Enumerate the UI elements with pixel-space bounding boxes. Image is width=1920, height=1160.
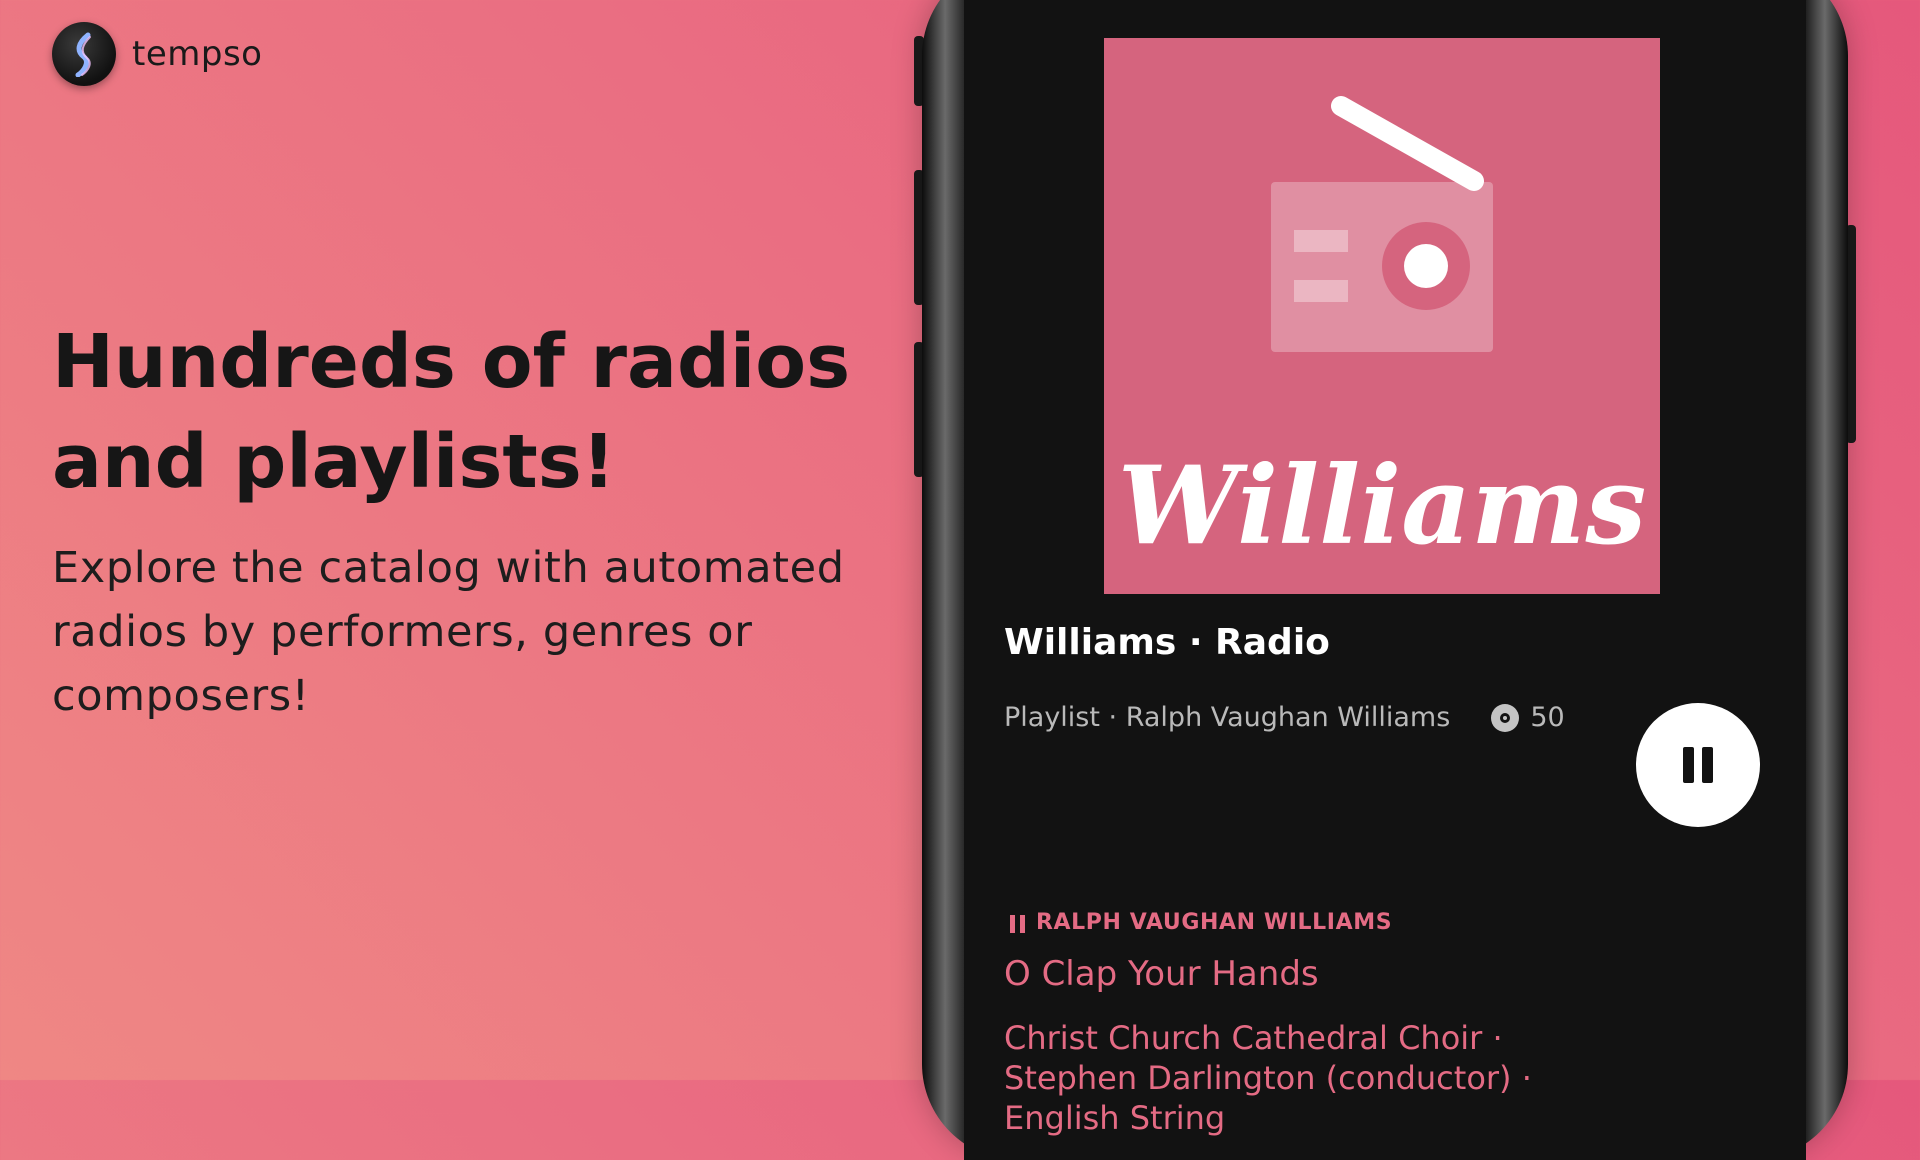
track-title[interactable]: O Clap Your Hands <box>1004 954 1319 994</box>
track-count: 50 <box>1490 702 1565 733</box>
playlist-meta-text: Playlist · Ralph Vaughan Williams <box>1004 702 1451 733</box>
playlist-title: Williams · Radio <box>1004 622 1330 663</box>
now-playing-artist: RALPH VAUGHAN WILLIAMS <box>1010 910 1392 935</box>
track-performers: Christ Church Cathedral Choir · Stephen … <box>1004 1019 1532 1137</box>
equalizer-icon <box>1010 914 1025 933</box>
pause-button[interactable] <box>1636 703 1760 827</box>
promo-headline: Hundreds of radios and playlists! <box>52 319 851 505</box>
brand[interactable]: tempso <box>52 22 262 86</box>
cover-text: Williams <box>1118 443 1647 569</box>
playlist-cover[interactable]: Williams <box>1104 38 1660 594</box>
playlist-meta: Playlist · Ralph Vaughan Williams 50 <box>1004 702 1565 733</box>
music-note-icon <box>52 22 116 86</box>
disc-icon <box>1491 703 1520 732</box>
track-count-value: 50 <box>1530 702 1565 733</box>
now-playing-artist-name: RALPH VAUGHAN WILLIAMS <box>1036 910 1393 935</box>
pause-icon <box>1683 747 1713 783</box>
brand-name: tempso <box>132 34 263 74</box>
svg-text:Williams: Williams <box>1118 443 1647 569</box>
promo-subtext: Explore the catalog with automated radio… <box>52 543 845 721</box>
